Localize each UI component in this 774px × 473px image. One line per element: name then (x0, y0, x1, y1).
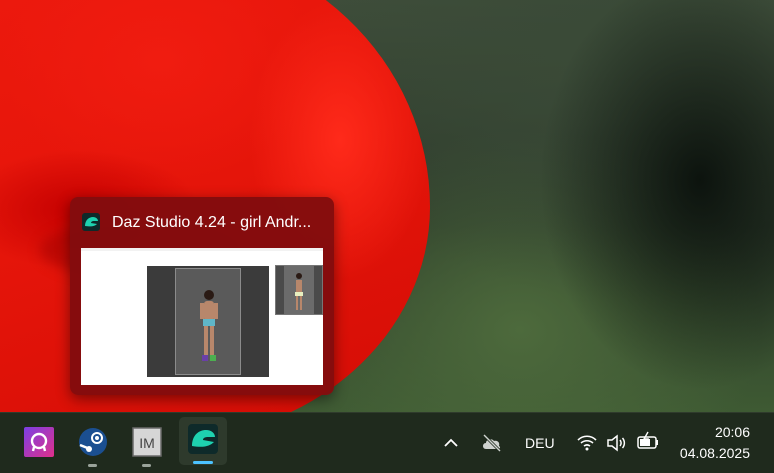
imagemagick-button[interactable]: IM (128, 423, 166, 467)
thumbnail-3d-viewport (147, 266, 269, 377)
input-language[interactable]: DEU (525, 435, 555, 451)
steam-icon (74, 428, 112, 465)
active-indicator (193, 461, 213, 464)
daz-studio-button[interactable] (179, 417, 227, 465)
thumbnail-side-preview (275, 265, 323, 315)
thumbnail-side-figure (284, 266, 314, 314)
svg-text:IM: IM (139, 435, 155, 451)
wifi-icon[interactable] (576, 433, 598, 458)
thumbnail-menubar (81, 248, 323, 251)
running-indicator (142, 464, 151, 467)
imagemagick-icon: IM (128, 427, 166, 465)
affinity-photo-icon (20, 427, 58, 465)
daz-studio-icon (187, 423, 219, 460)
daz-studio-icon (82, 213, 100, 231)
clock-time: 20:06 (714, 424, 750, 440)
running-indicator (88, 464, 97, 467)
window-thumbnail[interactable] (81, 248, 323, 385)
preview-window-title: Daz Studio 4.24 - girl Andr... (112, 214, 312, 231)
affinity-photo-button[interactable] (20, 423, 58, 461)
clock-date: 04.08.2025 (679, 445, 750, 461)
volume-icon[interactable] (606, 433, 628, 458)
taskbar: IM DEU 20:06 04.08.2025 (0, 412, 774, 473)
battery-charging-icon[interactable] (636, 431, 660, 458)
thumbnail-figure-frame (175, 268, 241, 375)
taskbar-thumbnail-preview[interactable]: Daz Studio 4.24 - girl Andr... (70, 197, 334, 395)
figure-silhouette (200, 290, 218, 361)
steam-button[interactable] (74, 423, 112, 467)
chevron-up-icon[interactable] (441, 433, 461, 458)
cloud-offline-icon[interactable] (480, 431, 504, 460)
